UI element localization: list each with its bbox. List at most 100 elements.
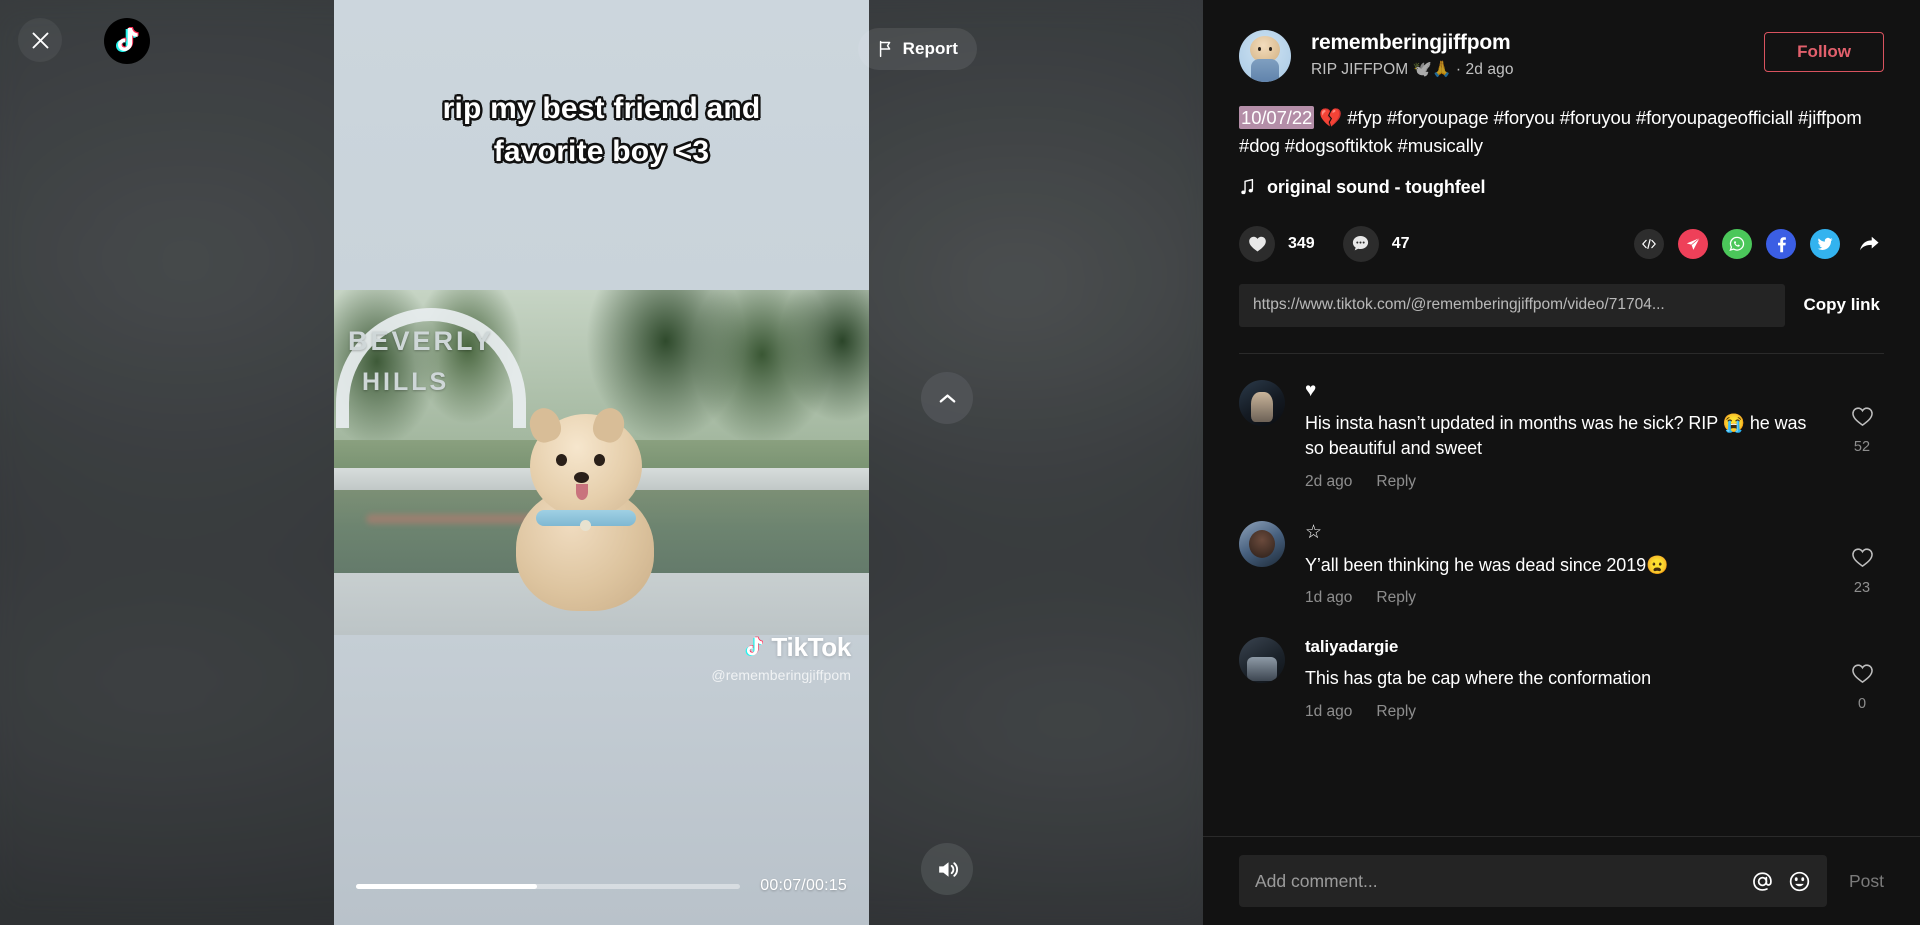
comment-meta: 1d ago Reply	[1305, 703, 1824, 721]
comment-avatar[interactable]	[1239, 637, 1285, 684]
avatar-dog-eye-right	[1269, 47, 1272, 51]
twitter-icon[interactable]	[1810, 228, 1840, 259]
whatsapp-icon[interactable]	[1722, 228, 1752, 259]
at-mention-icon[interactable]	[1751, 870, 1774, 893]
comment-reply-button[interactable]: Reply	[1376, 703, 1416, 721]
video-time-display: 00:07/00:15	[760, 877, 847, 894]
facebook-icon[interactable]	[1766, 228, 1796, 259]
avatar-dog-body	[1251, 59, 1279, 82]
pomeranian-dog	[500, 404, 670, 611]
report-button[interactable]: Report	[857, 28, 977, 70]
engagement-row: 349 47	[1239, 225, 1884, 262]
comment-like-count: 23	[1853, 579, 1871, 596]
panel-header: rememberingjiffpom RIP JIFFPOM 🕊️🙏 · 2d …	[1203, 0, 1920, 354]
author-row: rememberingjiffpom RIP JIFFPOM 🕊️🙏 · 2d …	[1239, 30, 1884, 82]
tiktok-logo-button[interactable]	[104, 18, 150, 64]
dog-tongue	[576, 484, 588, 500]
comment-time: 1d ago	[1305, 589, 1353, 607]
post-comment-button[interactable]: Post	[1849, 871, 1884, 892]
watermark-brand: TikTok	[771, 632, 851, 662]
author-username[interactable]: rememberingjiffpom	[1311, 31, 1750, 55]
share-link-row: https://www.tiktok.com/@rememberingjiffp…	[1239, 283, 1884, 327]
heart-outline-icon[interactable]	[1851, 663, 1874, 684]
comment-username[interactable]: ♥	[1305, 380, 1824, 402]
dog-eye-left	[556, 454, 567, 466]
comment-username[interactable]: taliyadargie	[1305, 637, 1824, 657]
comment-meta: 1d ago Reply	[1305, 589, 1824, 607]
author-meta: rememberingjiffpom RIP JIFFPOM 🕊️🙏 · 2d …	[1311, 30, 1750, 79]
author-avatar[interactable]	[1239, 30, 1291, 82]
close-button[interactable]	[18, 18, 62, 62]
caption-hashtags[interactable]: 💔 #fyp #foryoupage #foryou #foruyou #for…	[1239, 107, 1862, 156]
send-message-icon[interactable]	[1678, 228, 1708, 259]
comment-reply-button[interactable]: Reply	[1376, 589, 1416, 607]
comment-bubble-icon	[1353, 236, 1369, 251]
comment-like-count: 0	[1857, 696, 1867, 713]
comment-meta: 2d ago Reply	[1305, 473, 1824, 491]
arch-text-beverly: BEVERLY	[348, 326, 495, 356]
dog-collar	[536, 510, 636, 531]
comment-like-group: 52	[1840, 380, 1884, 491]
dog-nose	[574, 472, 589, 483]
heart-icon	[1248, 236, 1266, 252]
comment-username[interactable]: ☆	[1305, 521, 1824, 544]
comment-body: ☆ Y’all been thinking he was dead since …	[1305, 521, 1824, 608]
comment-item: taliyadargie This has gta be cap where t…	[1239, 637, 1884, 721]
comment-text: Y’all been thinking he was dead since 20…	[1305, 554, 1669, 575]
watermark-handle: @rememberingjiffpom	[711, 667, 851, 683]
video-frame-image: BEVERLY HILLS	[334, 290, 869, 635]
embed-code-icon[interactable]	[1634, 228, 1664, 259]
comment-avatar[interactable]	[1239, 520, 1285, 567]
comment-body: ♥ His insta hasn’t updated in months was…	[1305, 380, 1824, 491]
overlay-line-1: rip my best friend and	[442, 92, 761, 125]
heart-outline-icon[interactable]	[1851, 406, 1874, 427]
author-subtitle: RIP JIFFPOM 🕊️🙏 · 2d ago	[1311, 61, 1514, 78]
heart-outline-icon[interactable]	[1851, 547, 1874, 568]
comment-input[interactable]	[1255, 870, 1739, 892]
comment-like-group: 23	[1840, 521, 1884, 608]
video-progress-bar[interactable]	[356, 883, 741, 889]
like-stat: 349	[1239, 225, 1315, 262]
tiktok-watermark-icon	[746, 636, 764, 656]
video-progress-fill	[356, 883, 537, 889]
comment-input-bar: Post	[1203, 836, 1920, 925]
caption-selected-date[interactable]: 10/07/22	[1239, 106, 1315, 129]
volume-button[interactable]	[921, 843, 973, 895]
video-overlay-text: rip my best friend and favorite boy <3	[334, 88, 869, 173]
video-player[interactable]: BEVERLY HILLS rip my best friend and fav…	[334, 0, 869, 925]
dog-eye-right	[594, 454, 605, 466]
video-progress-row: 00:07/00:15	[334, 877, 869, 895]
comment-text: This has gta be cap where the conformati…	[1305, 668, 1652, 689]
comment-input-wrapper[interactable]	[1239, 855, 1827, 907]
comment-time: 2d ago	[1305, 472, 1353, 490]
tiktok-watermark: TikTok @rememberingjiffpom	[711, 632, 851, 683]
comment-button[interactable]	[1342, 225, 1379, 262]
share-icons-row	[1634, 228, 1884, 259]
comment-count: 47	[1391, 234, 1410, 252]
video-detail-panel: rememberingjiffpom RIP JIFFPOM 🕊️🙏 · 2d …	[1203, 0, 1920, 925]
comment-item: ♥ His insta hasn’t updated in months was…	[1239, 379, 1884, 491]
comment-body: taliyadargie This has gta be cap where t…	[1305, 637, 1824, 721]
follow-button[interactable]: Follow	[1764, 32, 1884, 72]
share-link-box[interactable]: https://www.tiktok.com/@rememberingjiffp…	[1239, 283, 1786, 327]
share-arrow-icon[interactable]	[1854, 229, 1884, 259]
like-button[interactable]	[1239, 225, 1275, 262]
comment-reply-button[interactable]: Reply	[1376, 473, 1416, 491]
music-title[interactable]: original sound - toughfeel	[1267, 177, 1485, 198]
volume-on-icon	[938, 861, 958, 877]
flag-icon	[879, 40, 890, 58]
avatar-dog-eye-left	[1258, 47, 1261, 51]
comment-avatar[interactable]	[1239, 379, 1285, 426]
close-icon	[32, 32, 48, 48]
report-label: Report	[902, 39, 958, 58]
music-row[interactable]: original sound - toughfeel	[1239, 177, 1884, 198]
scroll-up-button[interactable]	[921, 372, 973, 424]
comment-text: His insta hasn’t updated in months was h…	[1305, 412, 1807, 459]
comment-stat: 47	[1342, 225, 1410, 262]
emoji-smiley-icon[interactable]	[1788, 870, 1811, 893]
comments-list[interactable]: ♥ His insta hasn’t updated in months was…	[1203, 354, 1920, 837]
tiktok-video-modal: Report BEVERLY HILLS rip my best friend …	[0, 0, 1920, 925]
comment-input-icons	[1751, 870, 1811, 893]
copy-link-button[interactable]: Copy link	[1799, 295, 1884, 315]
comment-item: ☆ Y’all been thinking he was dead since …	[1239, 520, 1884, 608]
